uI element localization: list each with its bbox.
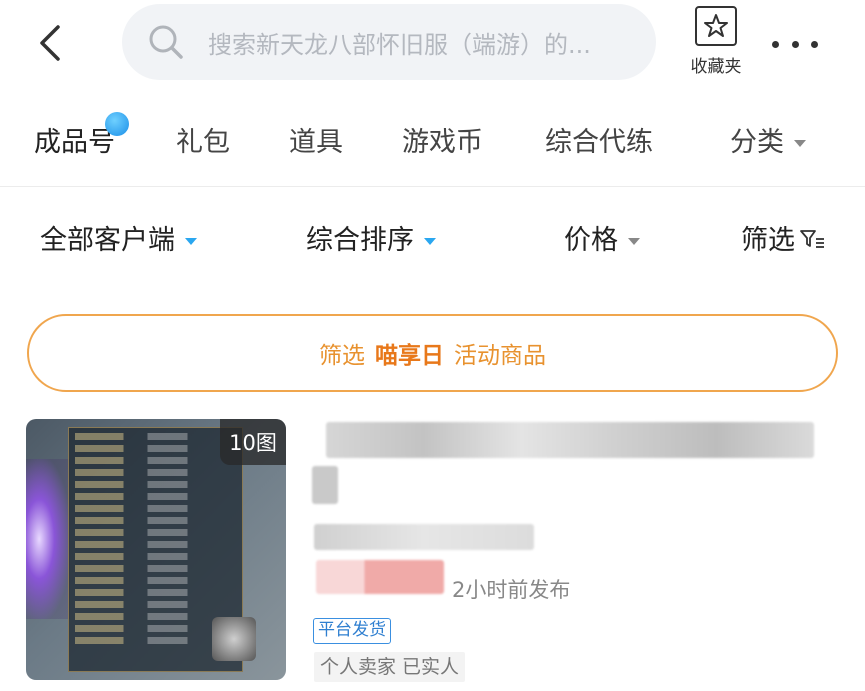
- filter-label: 综合排序: [306, 225, 414, 256]
- listing-thumbnail[interactable]: 10图: [26, 419, 286, 680]
- activity-filter-banner[interactable]: 筛选 喵享日 活动商品: [27, 314, 838, 392]
- redacted-subtitle: [314, 524, 534, 550]
- filter-row: 全部客户端 综合排序 价格 筛选: [0, 200, 865, 276]
- search-icon: [146, 22, 186, 62]
- notification-dot: [105, 112, 129, 136]
- banner-prefix: 筛选: [319, 343, 365, 369]
- favorites-button[interactable]: 收藏夹: [683, 6, 749, 80]
- redacted-price: [316, 560, 444, 594]
- thumbnail-emblem: [212, 617, 256, 661]
- filter-price[interactable]: 价格: [564, 218, 640, 257]
- filter-sort[interactable]: 综合排序: [306, 218, 436, 257]
- posted-time: 2小时前发布: [452, 578, 571, 602]
- more-dots-icon[interactable]: [772, 24, 818, 64]
- tab-label: 礼包: [176, 127, 230, 158]
- tab-category[interactable]: 分类: [730, 120, 806, 159]
- search-placeholder[interactable]: 搜索新天龙八部怀旧服（端游）的...: [208, 25, 628, 60]
- redacted-title-line2: [312, 466, 338, 504]
- tab-label: 成品号: [34, 127, 115, 158]
- tab-label: 道具: [289, 127, 343, 158]
- divider: [0, 186, 865, 187]
- filter-label: 全部客户端: [40, 225, 175, 256]
- filter-client[interactable]: 全部客户端: [40, 218, 197, 257]
- banner-suffix: 活动商品: [454, 343, 546, 369]
- tab-label: 综合代练: [545, 127, 653, 158]
- back-arrow-icon: [40, 25, 60, 61]
- back-button[interactable]: [30, 18, 70, 68]
- search-bar[interactable]: 搜索新天龙八部怀旧服（端游）的...: [122, 4, 656, 80]
- caret-down-icon: [628, 238, 640, 245]
- star-favorites-icon: [695, 6, 737, 46]
- caret-down-icon: [794, 140, 806, 147]
- seller-info-tag: 个人卖家 已实人: [314, 652, 466, 682]
- favorites-label: 收藏夹: [690, 57, 742, 77]
- image-count-badge: 10图: [220, 419, 286, 465]
- tab-label: 游戏币: [402, 127, 483, 158]
- tab-items[interactable]: 道具: [289, 120, 343, 159]
- filter-screen[interactable]: 筛选: [741, 218, 825, 257]
- thumbnail-glow: [26, 459, 70, 619]
- tab-boosting[interactable]: 综合代练: [545, 120, 653, 159]
- tab-gift-pack[interactable]: 礼包: [176, 120, 230, 159]
- tab-finished-account[interactable]: 成品号: [34, 112, 129, 159]
- category-tabs: 成品号 礼包 道具 游戏币 综合代练 分类: [0, 100, 865, 186]
- filter-label: 价格: [564, 225, 618, 256]
- filter-label: 筛选: [741, 225, 795, 256]
- platform-delivery-tag: 平台发货: [313, 618, 391, 644]
- tab-label: 分类: [730, 127, 784, 158]
- caret-down-icon: [185, 238, 197, 245]
- redacted-title-line1: [326, 422, 814, 458]
- tab-game-currency[interactable]: 游戏币: [402, 120, 483, 159]
- top-bar: 搜索新天龙八部怀旧服（端游）的... 收藏夹: [0, 0, 865, 88]
- filter-funnel-icon: [799, 226, 825, 257]
- caret-down-icon: [424, 238, 436, 245]
- banner-highlight: 喵享日: [375, 343, 444, 369]
